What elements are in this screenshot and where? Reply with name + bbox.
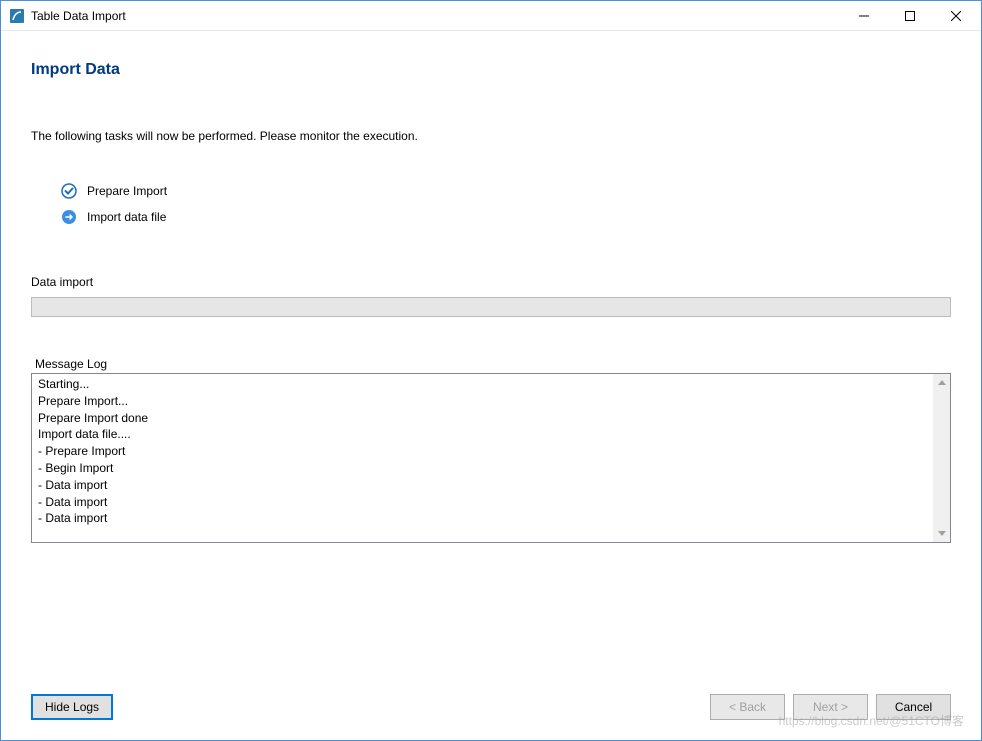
message-log-box: Starting...Prepare Import...Prepare Impo… xyxy=(31,373,951,543)
instruction-text: The following tasks will now be performe… xyxy=(31,129,951,143)
message-log-section: Message Log Starting...Prepare Import...… xyxy=(31,357,951,624)
scroll-down-icon xyxy=(935,527,948,540)
app-icon xyxy=(9,8,25,24)
message-log-content: Starting...Prepare Import...Prepare Impo… xyxy=(32,374,933,542)
progress-label: Data import xyxy=(31,275,951,289)
progress-bar xyxy=(31,297,951,317)
maximize-button[interactable] xyxy=(887,1,933,31)
scroll-up-icon xyxy=(935,376,948,389)
log-line: Prepare Import done xyxy=(38,410,927,427)
log-line: - Data import xyxy=(38,510,927,527)
button-row: Hide Logs < Back Next > Cancel xyxy=(31,654,951,720)
close-icon xyxy=(951,11,961,21)
task-item-import: Import data file xyxy=(61,209,951,225)
task-label: Prepare Import xyxy=(87,184,167,198)
task-label: Import data file xyxy=(87,210,166,224)
page-heading: Import Data xyxy=(31,61,951,79)
wizard-content: Import Data The following tasks will now… xyxy=(1,31,981,740)
log-line: Starting... xyxy=(38,376,927,393)
task-item-prepare: Prepare Import xyxy=(61,183,951,199)
log-line: - Begin Import xyxy=(38,460,927,477)
window-title: Table Data Import xyxy=(31,9,841,23)
minimize-button[interactable] xyxy=(841,1,887,31)
minimize-icon xyxy=(859,11,869,21)
log-line: - Data import xyxy=(38,494,927,511)
titlebar: Table Data Import xyxy=(1,1,981,31)
window-controls xyxy=(841,1,979,31)
running-icon xyxy=(61,209,77,225)
log-line: - Data import xyxy=(38,477,927,494)
scrollbar[interactable] xyxy=(933,374,950,542)
next-button[interactable]: Next > xyxy=(793,694,868,720)
task-list: Prepare Import Import data file xyxy=(61,183,951,235)
maximize-icon xyxy=(905,11,915,21)
log-line: - Prepare Import xyxy=(38,443,927,460)
message-log-label: Message Log xyxy=(35,357,951,371)
checkmark-icon xyxy=(61,183,77,199)
hide-logs-button[interactable]: Hide Logs xyxy=(31,694,113,720)
back-button[interactable]: < Back xyxy=(710,694,785,720)
cancel-button[interactable]: Cancel xyxy=(876,694,951,720)
log-line: Prepare Import... xyxy=(38,393,927,410)
close-button[interactable] xyxy=(933,1,979,31)
progress-section: Data import xyxy=(31,275,951,317)
log-line: Import data file.... xyxy=(38,426,927,443)
